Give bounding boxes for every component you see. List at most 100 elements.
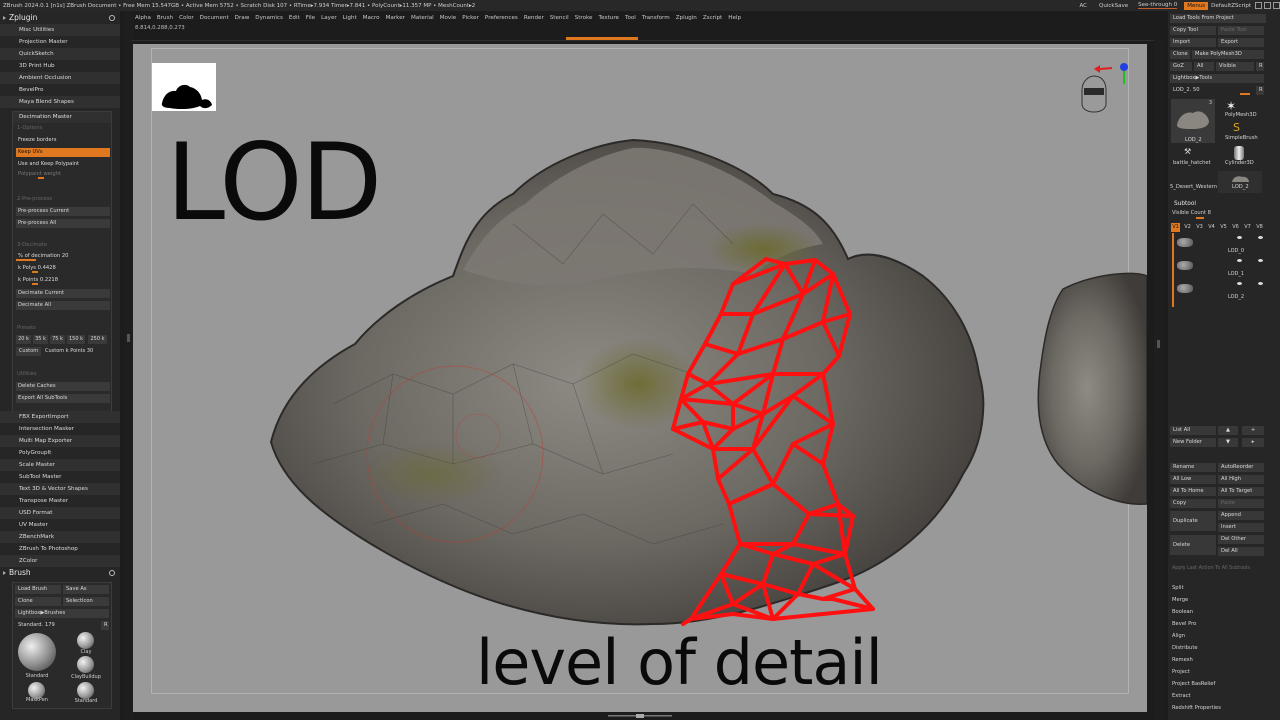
align-menu[interactable]: Align	[1172, 633, 1185, 639]
bevel-pro-menu[interactable]: Bevel Pro	[1172, 621, 1196, 627]
subtool-header[interactable]: Subtool	[1174, 201, 1196, 207]
plugin-item[interactable]: USD Format	[0, 507, 120, 519]
lightbox-tools-button[interactable]: Lightbox▶Tools	[1170, 74, 1264, 83]
delete-caches-button[interactable]: Delete Caches	[16, 382, 110, 391]
list-all-button[interactable]: List All	[1170, 426, 1216, 435]
preset-button[interactable]: 75 k	[50, 335, 65, 344]
cylinder3d-icon[interactable]	[1234, 146, 1244, 160]
menu-dynamics[interactable]: Dynamics	[252, 15, 286, 21]
menu-picker[interactable]: Picker	[459, 15, 482, 21]
export-button[interactable]: Export	[1218, 38, 1264, 47]
menu-transform[interactable]: Transform	[639, 15, 673, 21]
menu-help[interactable]: Help	[725, 15, 744, 21]
decimate-all-button[interactable]: Decimate All	[16, 301, 110, 310]
plugin-item[interactable]: UV Master	[0, 519, 120, 531]
eye-icon[interactable]	[1258, 259, 1263, 262]
window-control-icon[interactable]	[1264, 2, 1271, 9]
distribute-menu[interactable]: Distribute	[1172, 645, 1198, 651]
make-polymesh3d-button[interactable]: Make PolyMesh3D	[1192, 50, 1264, 59]
navigation-gizmo[interactable]	[1078, 60, 1130, 118]
menu-edit[interactable]: Edit	[286, 15, 303, 21]
plugin-item[interactable]: Text 3D & Vector Shapes	[0, 483, 120, 495]
clay-brush-icon[interactable]	[77, 632, 94, 649]
standard-brush-small-icon[interactable]	[77, 682, 94, 699]
all-to-home-button[interactable]: All To Home	[1170, 487, 1216, 496]
menu-material[interactable]: Material	[408, 15, 437, 21]
lightbox-brushes-button[interactable]: Lightbox▶Brushes	[15, 609, 109, 618]
decimate-current-button[interactable]: Decimate Current	[16, 289, 110, 298]
simplebrush-icon[interactable]: S	[1233, 121, 1240, 134]
move-down-button[interactable]: ▼	[1218, 438, 1238, 447]
menu-stroke[interactable]: Stroke	[572, 15, 596, 21]
menu-color[interactable]: Color	[176, 15, 197, 21]
decimation-master-title[interactable]: Decimation Master	[13, 112, 111, 123]
plugin-item[interactable]: Transpose Master	[0, 495, 120, 507]
polymesh-star-icon[interactable]: ✶	[1226, 99, 1236, 113]
menu-draw[interactable]: Draw	[232, 15, 253, 21]
all-high-button[interactable]: All High	[1218, 475, 1264, 484]
visibility-set-tab[interactable]: V7	[1243, 223, 1252, 232]
plugin-item[interactable]: Projection Master	[0, 36, 120, 48]
z-axis-handle[interactable]	[1120, 63, 1128, 71]
preprocess-all-button[interactable]: Pre-process All	[16, 219, 110, 228]
plugin-item[interactable]: ZBenchMark	[0, 531, 120, 543]
visibility-set-tab[interactable]: V2	[1183, 223, 1192, 232]
menu-zplugin[interactable]: Zplugin	[673, 15, 700, 21]
preset-button[interactable]: 20 k	[16, 335, 31, 344]
claybuildup-brush-icon[interactable]	[77, 656, 94, 673]
apply-last-action-button[interactable]: Apply Last Action To All Subtools	[1172, 566, 1250, 571]
standard-brush-icon[interactable]	[18, 633, 56, 671]
menu-texture[interactable]: Texture	[596, 15, 622, 21]
boolean-menu[interactable]: Boolean	[1172, 609, 1193, 615]
canvas-viewport[interactable]: LOD level of detail	[133, 44, 1147, 712]
visibility-set-tab[interactable]: V4	[1207, 223, 1216, 232]
menu-marker[interactable]: Marker	[383, 15, 408, 21]
plugin-item[interactable]: Misc Utilities	[0, 24, 120, 36]
menu-alpha[interactable]: Alpha	[132, 15, 154, 21]
copy-tool-button[interactable]: Copy Tool	[1170, 26, 1216, 35]
plugin-item[interactable]: ZBrush To Photoshop	[0, 543, 120, 555]
polypaint-weight-slider[interactable]: Polypaint weight	[16, 170, 110, 179]
all-to-target-button[interactable]: All To Target	[1218, 487, 1264, 496]
plugin-item[interactable]: QuickSketch	[0, 48, 120, 60]
goz-button[interactable]: GoZ	[1170, 62, 1192, 71]
plugin-item[interactable]: SubTool Master	[0, 471, 120, 483]
menu-layer[interactable]: Layer	[318, 15, 340, 21]
paste-tool-button[interactable]: Paste Tool	[1218, 26, 1264, 35]
menu-document[interactable]: Document	[197, 15, 232, 21]
menu-file[interactable]: File	[303, 15, 318, 21]
menu-zscript[interactable]: Zscript	[700, 15, 725, 21]
eye-icon[interactable]	[1237, 259, 1242, 262]
clone-brush-button[interactable]: Clone	[15, 597, 61, 606]
custom-k-points-slider[interactable]: Custom k Points 30	[43, 347, 105, 356]
load-brush-button[interactable]: Load Brush	[15, 585, 61, 594]
redshift-properties-menu[interactable]: Redshift Properties	[1172, 705, 1221, 711]
goz-visible-button[interactable]: Visible	[1216, 62, 1254, 71]
import-button[interactable]: Import	[1170, 38, 1216, 47]
document-scroll-indicator[interactable]	[608, 714, 672, 718]
merge-menu[interactable]: Merge	[1172, 597, 1188, 603]
menus-toggle[interactable]: Menus	[1184, 1, 1209, 10]
keep-uvs-toggle[interactable]: Keep UVs	[16, 148, 110, 157]
slider-handle[interactable]	[38, 177, 44, 179]
eye-icon[interactable]	[1258, 282, 1263, 285]
window-control-icon[interactable]	[1273, 2, 1280, 9]
k-points-slider[interactable]: k Points 0.2218	[16, 276, 110, 285]
scroll-handle[interactable]	[127, 334, 130, 342]
slider-handle[interactable]	[16, 259, 36, 261]
see-through-slider[interactable]: See-through 0	[1138, 2, 1178, 9]
select-icon-button[interactable]: SelectIcon	[63, 597, 109, 606]
window-control-icon[interactable]	[1255, 2, 1262, 9]
plugin-item[interactable]: Scale Master	[0, 459, 120, 471]
export-all-subtools-button[interactable]: Export All SubTools	[16, 394, 110, 403]
goz-r-button[interactable]: R	[1256, 62, 1264, 71]
scroll-handle[interactable]	[1157, 340, 1160, 348]
decimation-percent-slider[interactable]: % of decimation 20	[16, 252, 110, 261]
del-other-button[interactable]: Del Other	[1218, 535, 1264, 544]
menu-macro[interactable]: Macro	[360, 15, 383, 21]
plugin-item[interactable]: 3D Print Hub	[0, 60, 120, 72]
reset-button[interactable]: R	[101, 621, 109, 630]
paste-subtool-button[interactable]: Paste	[1218, 499, 1264, 508]
brush-header[interactable]: Brush	[0, 566, 120, 579]
append-button[interactable]: Append	[1218, 511, 1264, 520]
